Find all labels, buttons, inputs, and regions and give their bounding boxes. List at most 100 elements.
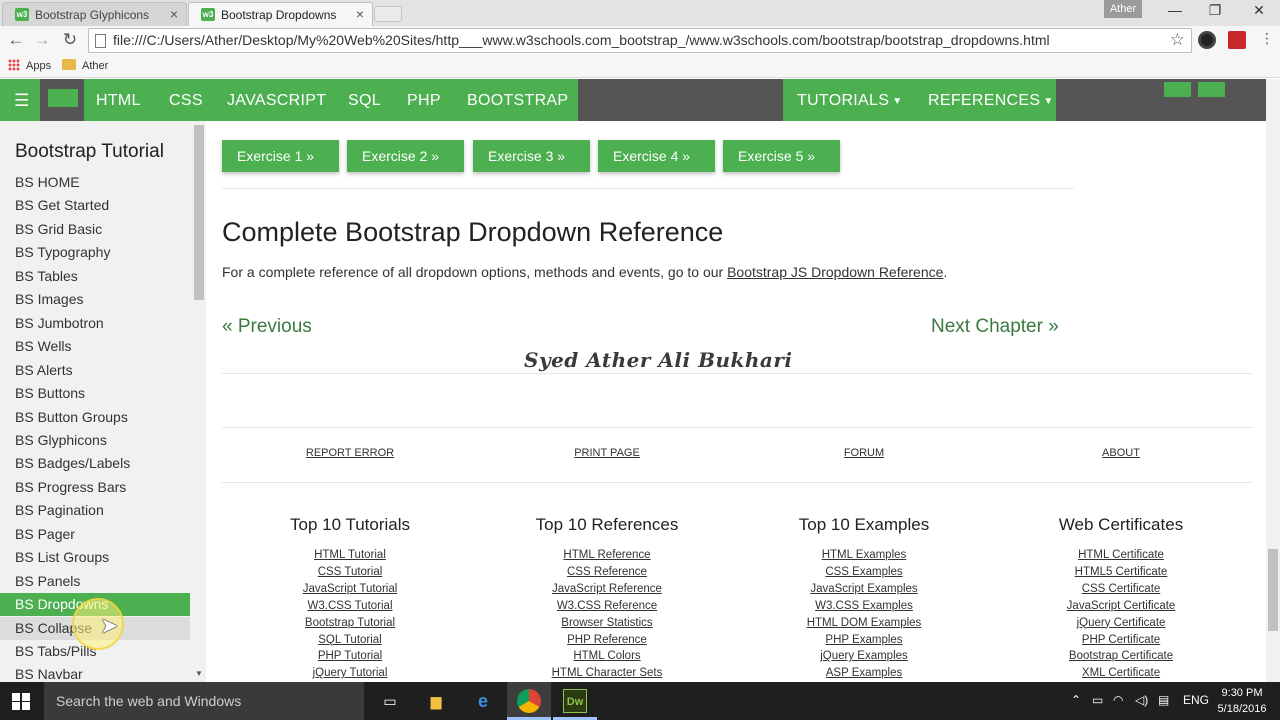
- sidebar-item-bs-pager[interactable]: BS Pager: [0, 523, 190, 546]
- sidebar-item-bs-progress-bars[interactable]: BS Progress Bars: [0, 476, 190, 499]
- dreamweaver-icon[interactable]: Dw: [563, 689, 587, 713]
- footer-link-print-page[interactable]: PRINT PAGE: [547, 447, 667, 459]
- windows-start-icon[interactable]: [12, 693, 30, 710]
- footer-link[interactable]: SQL Tutorial: [230, 634, 470, 646]
- restore-icon[interactable]: ❐: [1200, 2, 1230, 19]
- nav-sql[interactable]: SQL: [348, 79, 381, 121]
- sidebar-item-bs-grid-basic[interactable]: BS Grid Basic: [0, 218, 190, 241]
- nav-bootstrap[interactable]: BOOTSTRAP: [467, 79, 568, 121]
- sidebar-item-bs-alerts[interactable]: BS Alerts: [0, 359, 190, 382]
- sidebar-item-bs-wells[interactable]: BS Wells: [0, 335, 190, 358]
- dropdown-reference-link[interactable]: Bootstrap JS Dropdown Reference: [727, 264, 943, 280]
- sidebar-item-bs-button-groups[interactable]: BS Button Groups: [0, 406, 190, 429]
- nav-square-button[interactable]: [1164, 82, 1191, 97]
- reload-icon[interactable]: ↻: [59, 30, 81, 50]
- file-explorer-icon[interactable]: ▆: [424, 689, 448, 713]
- sidebar-item-bs-buttons[interactable]: BS Buttons: [0, 382, 190, 405]
- footer-link[interactable]: ASP Examples: [744, 667, 984, 679]
- scroll-down-arrow-icon[interactable]: ▼: [195, 669, 203, 678]
- sidebar-scroll-thumb[interactable]: [194, 125, 204, 300]
- tab-bootstrap-dropdowns[interactable]: w3 Bootstrap Dropdowns ×: [188, 2, 373, 26]
- system-clock[interactable]: 9:30 PM 5/18/2016: [1212, 685, 1272, 717]
- nav-html[interactable]: HTML: [96, 79, 141, 121]
- footer-link-about[interactable]: ABOUT: [1061, 447, 1181, 459]
- sidebar-item-bs-list-groups[interactable]: BS List Groups: [0, 546, 190, 569]
- next-chapter-link[interactable]: Next Chapter »: [931, 316, 1059, 338]
- footer-link[interactable]: JavaScript Certificate: [1001, 600, 1241, 612]
- sidebar-item-bs-pagination[interactable]: BS Pagination: [0, 499, 190, 522]
- footer-link[interactable]: jQuery Examples: [744, 650, 984, 662]
- footer-link-forum[interactable]: FORUM: [804, 447, 924, 459]
- exercise-1-button[interactable]: Exercise 1 »: [222, 140, 339, 172]
- footer-link[interactable]: PHP Certificate: [1001, 634, 1241, 646]
- profile-badge[interactable]: Ather: [1104, 0, 1142, 18]
- chrome-menu-icon[interactable]: ⋮: [1256, 30, 1278, 47]
- language-indicator[interactable]: ENG: [1183, 693, 1209, 707]
- footer-link-report-error[interactable]: REPORT ERROR: [290, 447, 410, 459]
- nav-references-dropdown[interactable]: REFERENCES ▼: [928, 79, 1054, 121]
- sidebar-item-bs-navbar[interactable]: BS Navbar: [0, 663, 190, 682]
- exercise-3-button[interactable]: Exercise 3 »: [473, 140, 590, 172]
- footer-link[interactable]: HTML Certificate: [1001, 549, 1241, 561]
- wifi-icon[interactable]: ◠: [1113, 693, 1123, 707]
- footer-link[interactable]: CSS Examples: [744, 566, 984, 578]
- footer-link[interactable]: HTML Tutorial: [230, 549, 470, 561]
- nav-php[interactable]: PHP: [407, 79, 441, 121]
- footer-link[interactable]: PHP Reference: [487, 634, 727, 646]
- taskbar-search[interactable]: Search the web and Windows: [44, 682, 364, 720]
- footer-link[interactable]: CSS Tutorial: [230, 566, 470, 578]
- footer-link[interactable]: W3.CSS Reference: [487, 600, 727, 612]
- exercise-2-button[interactable]: Exercise 2 »: [347, 140, 464, 172]
- sidebar-item-bs-home[interactable]: BS HOME: [0, 171, 190, 194]
- footer-link[interactable]: HTML Reference: [487, 549, 727, 561]
- exercise-5-button[interactable]: Exercise 5 »: [723, 140, 840, 172]
- bookmark-apps[interactable]: Apps: [8, 59, 51, 72]
- footer-link[interactable]: jQuery Tutorial: [230, 667, 470, 679]
- edge-icon[interactable]: e: [471, 689, 495, 713]
- back-icon[interactable]: ←: [5, 30, 27, 50]
- footer-link[interactable]: JavaScript Examples: [744, 583, 984, 595]
- sidebar-item-bs-jumbotron[interactable]: BS Jumbotron: [0, 312, 190, 335]
- footer-link[interactable]: JavaScript Tutorial: [230, 583, 470, 595]
- footer-link[interactable]: Bootstrap Tutorial: [230, 617, 470, 629]
- task-view-icon[interactable]: ▭: [378, 689, 402, 713]
- sidebar-item-bs-get-started[interactable]: BS Get Started: [0, 194, 190, 217]
- volume-icon[interactable]: ◁): [1135, 693, 1148, 707]
- sidebar-item-bs-badges-labels[interactable]: BS Badges/Labels: [0, 452, 190, 475]
- menu-icon[interactable]: ☰: [14, 91, 29, 111]
- footer-link[interactable]: CSS Reference: [487, 566, 727, 578]
- page-scroll-thumb[interactable]: [1268, 549, 1278, 631]
- footer-link[interactable]: HTML5 Certificate: [1001, 566, 1241, 578]
- bookmark-folder-ather[interactable]: Ather: [62, 59, 108, 72]
- footer-link[interactable]: XML Certificate: [1001, 667, 1241, 679]
- footer-link[interactable]: HTML Examples: [744, 549, 984, 561]
- footer-link[interactable]: JavaScript Reference: [487, 583, 727, 595]
- close-tab-icon[interactable]: ×: [170, 6, 178, 22]
- sidebar-item-bs-panels[interactable]: BS Panels: [0, 570, 190, 593]
- chrome-icon[interactable]: [517, 689, 541, 713]
- footer-link[interactable]: W3.CSS Tutorial: [230, 600, 470, 612]
- notification-icon[interactable]: ▤: [1158, 693, 1169, 707]
- nav-css[interactable]: CSS: [169, 79, 203, 121]
- exercise-4-button[interactable]: Exercise 4 »: [598, 140, 715, 172]
- close-tab-icon[interactable]: ×: [356, 6, 364, 22]
- extension-icon[interactable]: [1228, 31, 1246, 49]
- footer-link[interactable]: CSS Certificate: [1001, 583, 1241, 595]
- footer-link[interactable]: PHP Tutorial: [230, 650, 470, 662]
- extension-icon[interactable]: [1198, 31, 1216, 49]
- minimize-icon[interactable]: —: [1160, 2, 1190, 18]
- footer-link[interactable]: jQuery Certificate: [1001, 617, 1241, 629]
- sidebar-item-bs-typography[interactable]: BS Typography: [0, 241, 190, 264]
- footer-link[interactable]: W3.CSS Examples: [744, 600, 984, 612]
- footer-link[interactable]: HTML Colors: [487, 650, 727, 662]
- bookmark-star-icon[interactable]: ☆: [1170, 30, 1185, 50]
- page-scrollbar[interactable]: [1266, 79, 1280, 682]
- new-tab-button[interactable]: [374, 6, 402, 22]
- previous-link[interactable]: « Previous: [222, 316, 312, 338]
- sidebar-item-bs-images[interactable]: BS Images: [0, 288, 190, 311]
- footer-link[interactable]: Browser Statistics: [487, 617, 727, 629]
- nav-square-button[interactable]: [1198, 82, 1225, 97]
- forward-icon[interactable]: →: [31, 30, 53, 50]
- tab-bootstrap-glyphicons[interactable]: w3 Bootstrap Glyphicons ×: [2, 2, 187, 26]
- address-bar[interactable]: file:///C:/Users/Ather/Desktop/My%20Web%…: [88, 28, 1192, 53]
